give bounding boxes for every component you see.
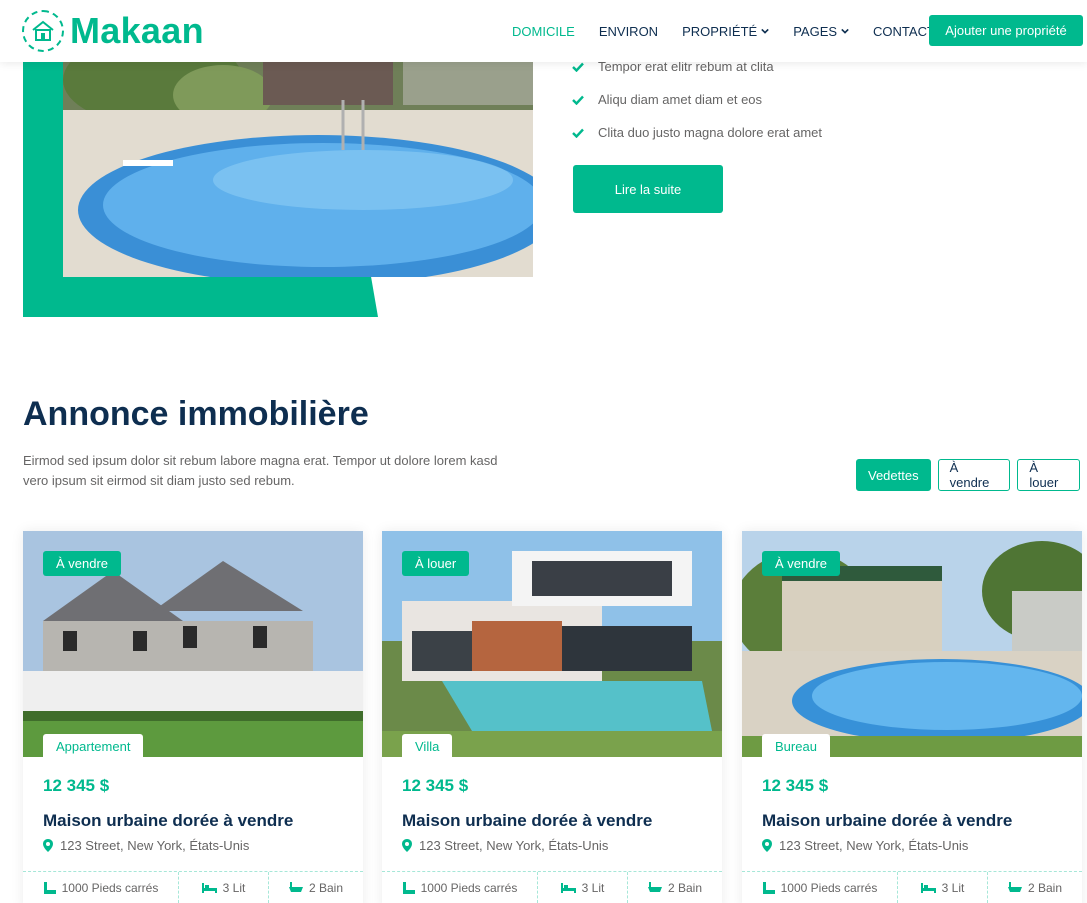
bed-icon — [920, 882, 936, 893]
spec-beds: 3 Lit — [898, 872, 988, 903]
caret-down-icon — [761, 28, 769, 34]
bath-icon — [647, 882, 662, 892]
property-card[interactable]: À vendre Appartement 12 345 $ Maison urb… — [23, 531, 363, 903]
spec-text: 2 Bain — [667, 880, 703, 895]
nav-item-pages[interactable]: PAGES — [793, 24, 849, 39]
check-icon — [572, 128, 584, 138]
spec-text: 2 Bain — [308, 880, 344, 895]
spec-area: 1000 Pieds carrés — [23, 872, 179, 903]
spec-beds: 3 Lit — [538, 872, 628, 903]
spec-baths: 2 Bain — [269, 872, 363, 903]
property-price: 12 345 $ — [402, 776, 469, 795]
spec-area: 1000 Pieds carrés — [742, 872, 898, 903]
map-marker-icon — [762, 839, 772, 852]
ruler-icon — [762, 881, 775, 894]
nav-item-contact[interactable]: CONTACT — [873, 24, 935, 39]
read-more-button[interactable]: Lire la suite — [573, 165, 723, 213]
check-icon — [572, 62, 584, 72]
property-specs: 1000 Pieds carrés 3 Lit 2 Bain — [23, 871, 363, 903]
spec-text: 3 Lit — [581, 880, 605, 895]
spec-text: 3 Lit — [941, 880, 965, 895]
about-checklist: Tempor erat elitr rebum at clita Aliqu d… — [572, 50, 822, 149]
nav-item-propriete[interactable]: PROPRIÉTÉ — [682, 24, 769, 39]
check-text: Clita duo justo magna dolore erat amet — [598, 125, 823, 140]
add-property-button[interactable]: Ajouter une propriété — [929, 15, 1083, 46]
address-text: 123 Street, New York, États-Unis — [779, 838, 969, 853]
spec-text: 1000 Pieds carrés — [780, 880, 878, 895]
nav-item-domicile[interactable]: DOMICILE — [512, 24, 575, 39]
spec-text: 3 Lit — [222, 880, 246, 895]
spec-text: 1000 Pieds carrés — [61, 880, 159, 895]
property-title[interactable]: Maison urbaine dorée à vendre — [762, 811, 1012, 831]
type-badge: Appartement — [43, 734, 144, 759]
bath-icon — [1007, 882, 1022, 892]
map-marker-icon — [402, 839, 412, 852]
spec-text: 1000 Pieds carrés — [420, 880, 518, 895]
type-badge: Villa — [402, 734, 453, 759]
brand-name: Makaan — [70, 10, 204, 51]
property-card[interactable]: À louer Villa 12 345 $ Maison urbaine do… — [382, 531, 722, 903]
property-specs: 1000 Pieds carrés 3 Lit 2 Bain — [742, 871, 1082, 903]
property-price: 12 345 $ — [762, 776, 829, 795]
filter-featured[interactable]: Vedettes — [856, 459, 931, 491]
check-icon — [572, 95, 584, 105]
address-text: 123 Street, New York, États-Unis — [419, 838, 609, 853]
type-badge: Bureau — [762, 734, 830, 759]
page: Makaan DOMICILE ENVIRON PROPRIÉTÉ PAGES … — [0, 0, 1087, 903]
spec-baths: 2 Bain — [628, 872, 722, 903]
bed-icon — [201, 882, 217, 893]
filter-for-sale[interactable]: À vendre — [937, 459, 1011, 491]
check-item: Clita duo justo magna dolore erat amet — [572, 116, 822, 149]
status-badge: À vendre — [43, 551, 122, 576]
nav-menu: DOMICILE ENVIRON PROPRIÉTÉ PAGES CONTACT — [500, 0, 947, 62]
address-text: 123 Street, New York, États-Unis — [60, 838, 250, 853]
about-image-pool — [63, 40, 533, 277]
nav-label: PROPRIÉTÉ — [682, 23, 758, 39]
check-item: Aliqu diam amet diam et eos — [572, 83, 822, 116]
section-description: Eirmod sed ipsum dolor sit rebum labore … — [23, 453, 498, 488]
check-text: Aliqu diam amet diam et eos — [598, 92, 763, 107]
logo-house-icon — [22, 10, 64, 52]
spec-area: 1000 Pieds carrés — [382, 872, 538, 903]
status-badge: À vendre — [762, 551, 841, 576]
section-title: Annonce immobilière — [23, 395, 369, 433]
spec-beds: 3 Lit — [179, 872, 269, 903]
nav-label: CONTACT — [873, 23, 935, 39]
property-address: 123 Street, New York, États-Unis — [402, 838, 608, 853]
filter-for-rent[interactable]: À louer — [1017, 459, 1080, 491]
map-marker-icon — [43, 839, 53, 852]
property-specs: 1000 Pieds carrés 3 Lit 2 Bain — [382, 871, 722, 903]
nav-label: ENVIRON — [598, 23, 659, 39]
caret-down-icon — [841, 28, 849, 34]
property-address: 123 Street, New York, États-Unis — [43, 838, 249, 853]
property-address: 123 Street, New York, États-Unis — [762, 838, 968, 853]
bath-icon — [288, 882, 303, 892]
nav-label: DOMICILE — [512, 23, 575, 39]
property-price: 12 345 $ — [43, 776, 110, 795]
property-card[interactable]: À vendre Bureau 12 345 $ Maison urbaine … — [742, 531, 1082, 903]
nav-label: PAGES — [793, 23, 838, 39]
property-title[interactable]: Maison urbaine dorée à vendre — [402, 811, 652, 831]
ruler-icon — [43, 881, 56, 894]
navbar: Makaan DOMICILE ENVIRON PROPRIÉTÉ PAGES … — [0, 0, 1087, 62]
property-title[interactable]: Maison urbaine dorée à vendre — [43, 811, 293, 831]
nav-item-environ[interactable]: ENVIRON — [599, 24, 658, 39]
listing-filters: Vedettes À vendre À louer — [856, 459, 1087, 491]
brand[interactable]: Makaan — [22, 10, 204, 52]
status-badge: À louer — [402, 551, 470, 576]
spec-baths: 2 Bain — [988, 872, 1082, 903]
bed-icon — [560, 882, 576, 893]
ruler-icon — [402, 881, 415, 894]
spec-text: 2 Bain — [1027, 880, 1063, 895]
